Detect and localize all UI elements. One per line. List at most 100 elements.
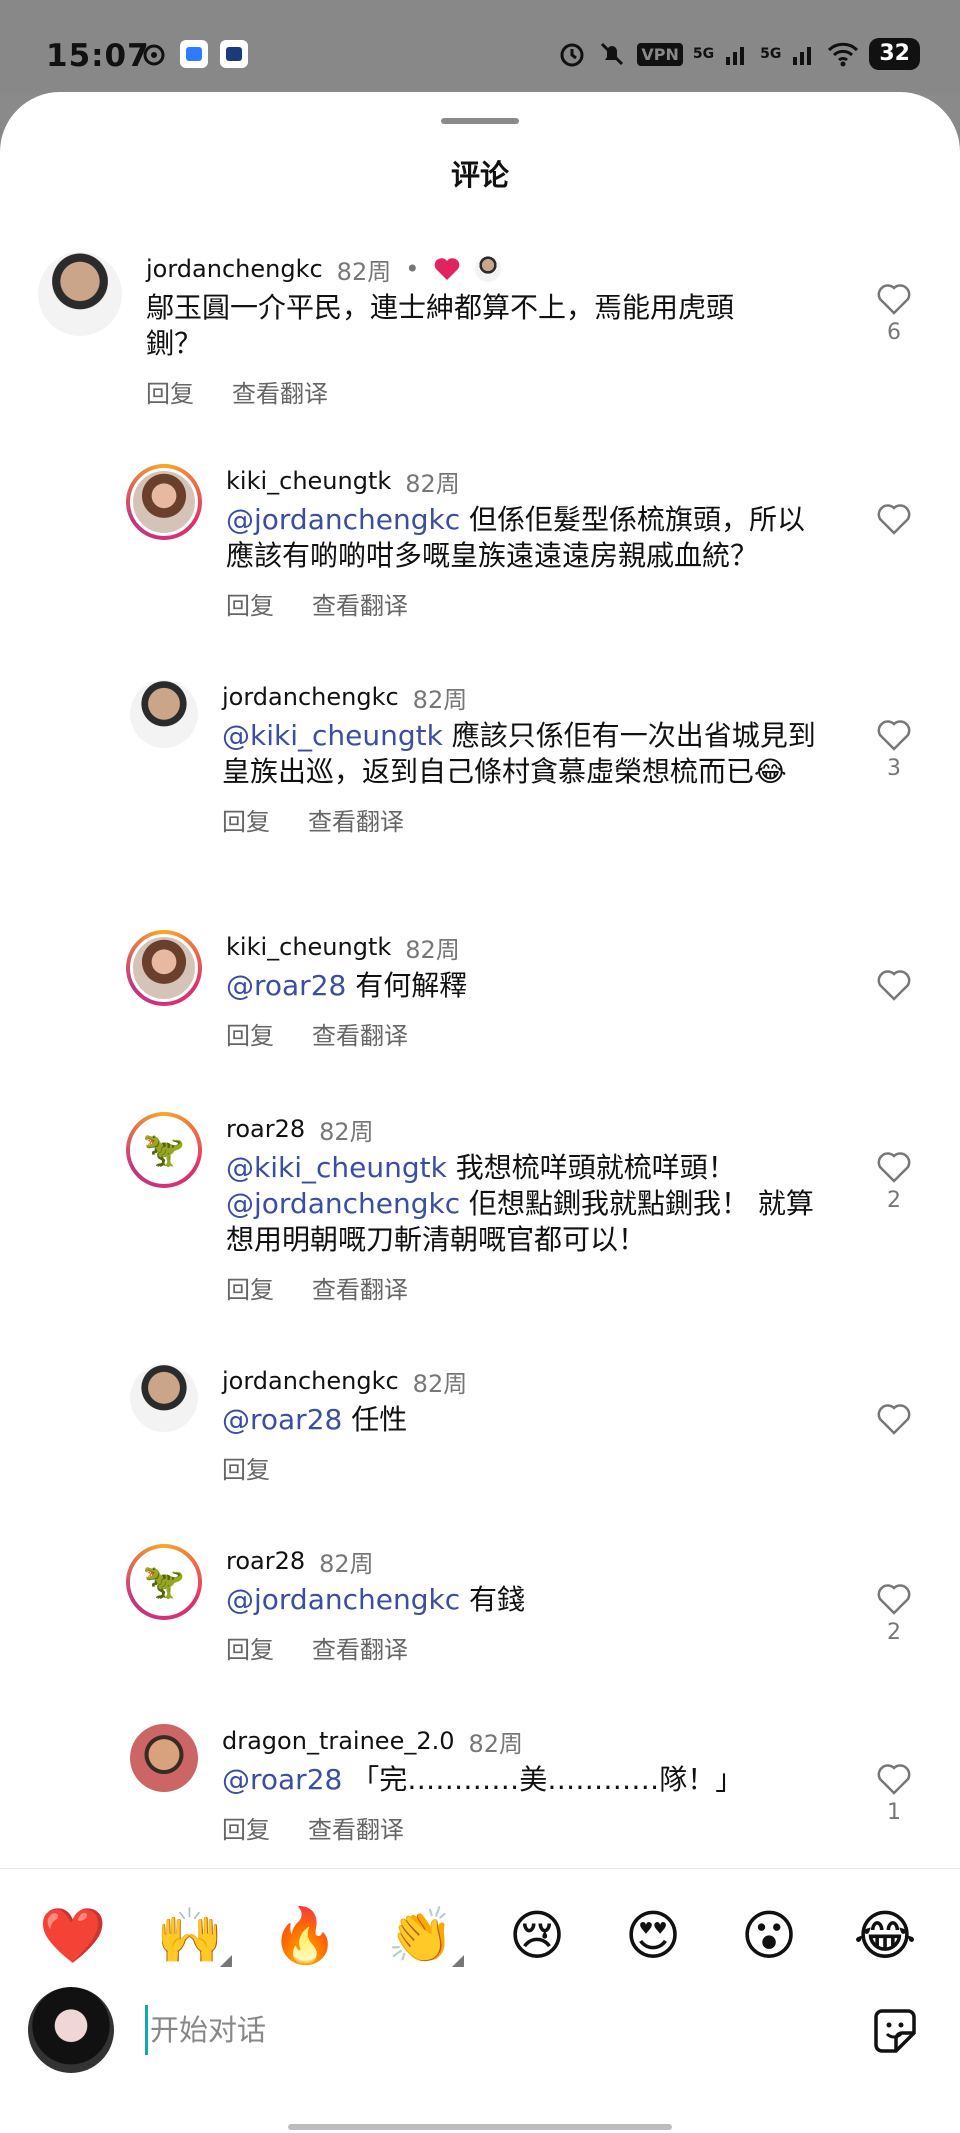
separator-dot: • xyxy=(405,255,420,283)
comment-username[interactable]: jordanchengkc xyxy=(222,1367,399,1395)
app-icon xyxy=(143,44,165,66)
skin-tone-indicator-icon xyxy=(220,1955,232,1967)
emoji-heart-button[interactable]: ❤️ xyxy=(38,1901,108,1971)
avatar[interactable] xyxy=(130,680,198,748)
emoji-surprised-button[interactable]: 😮 xyxy=(734,1901,804,1971)
notification-icons xyxy=(140,40,248,68)
like-button[interactable]: 6 xyxy=(864,282,924,345)
see-translation-button[interactable]: 查看翻译 xyxy=(312,586,408,621)
avatar[interactable]: 🦖 xyxy=(126,1112,202,1188)
avatar[interactable] xyxy=(38,252,122,336)
comments-sheet: 评论 jordanchengkc 82周 • 鄔玉圓一介平民，連士紳都算不上，焉… xyxy=(0,92,960,2133)
signal-5g-label: 5G xyxy=(692,46,715,62)
see-translation-button[interactable]: 查看翻译 xyxy=(308,1810,404,1845)
see-translation-button[interactable]: 查看翻译 xyxy=(308,802,404,837)
creator-liked-heart-icon xyxy=(435,258,460,280)
comment-time: 82周 xyxy=(412,685,468,714)
reply-button[interactable]: 回复 xyxy=(226,586,274,621)
reply-button[interactable]: 回复 xyxy=(226,1630,274,1665)
comment-username[interactable]: jordanchengkc xyxy=(146,255,323,283)
like-button[interactable] xyxy=(864,502,924,540)
drag-handle[interactable] xyxy=(441,118,519,124)
emoji-raised-hands-button[interactable]: 🙌 xyxy=(155,1901,225,1971)
like-count: 2 xyxy=(887,1620,901,1645)
heart-outline-icon xyxy=(877,1152,911,1183)
mention-link[interactable]: @roar28 xyxy=(222,1763,342,1796)
mention-link[interactable]: @kiki_cheungtk xyxy=(222,719,443,752)
heart-outline-icon xyxy=(877,284,911,315)
comment-text: @kiki_cheungtk 我想梳咩頭就梳咩頭！ @jordanchengkc … xyxy=(226,1151,814,1256)
comment-username[interactable]: roar28 xyxy=(226,1547,305,1575)
heart-outline-icon xyxy=(877,504,911,535)
avatar[interactable] xyxy=(130,1724,198,1792)
like-button[interactable]: 2 xyxy=(864,1150,924,1213)
mention-link[interactable]: @kiki_cheungtk xyxy=(226,1151,447,1184)
reply-item: kiki_cheungtk 82周 @roar28 有何解釋 回复 查看翻译 xyxy=(126,930,846,1051)
reply-item: jordanchengkc 82周 @kiki_cheungtk 應該只係佢有一次… xyxy=(130,680,850,837)
like-button[interactable] xyxy=(864,968,924,1006)
mention-link[interactable]: @roar28 xyxy=(226,969,346,1002)
see-translation-button[interactable]: 查看翻译 xyxy=(232,374,328,409)
comment-time: 82周 xyxy=(468,1729,524,1758)
signal-icon xyxy=(793,47,812,65)
reply-button[interactable]: 回复 xyxy=(226,1016,274,1051)
like-count: 1 xyxy=(887,1800,901,1825)
reply-button[interactable]: 回复 xyxy=(222,1810,270,1845)
emoji-heart-eyes-button[interactable]: 😍 xyxy=(618,1901,688,1971)
reply-item: 🦖 roar28 82周 @kiki_cheungtk 我想梳咩頭就梳咩頭！ @jo… xyxy=(126,1112,846,1305)
comment-username[interactable]: dragon_trainee_2.0 xyxy=(222,1727,455,1755)
avatar[interactable] xyxy=(130,1364,198,1432)
comment-input[interactable]: 开始对话 xyxy=(145,2005,845,2055)
emoji-crying-button[interactable]: 😢 xyxy=(502,1901,572,1971)
mention-link[interactable]: @roar28 xyxy=(222,1403,342,1436)
comment-username[interactable]: kiki_cheungtk xyxy=(226,933,391,961)
like-button[interactable]: 1 xyxy=(864,1762,924,1825)
avatar[interactable] xyxy=(126,930,202,1006)
sheet-title: 评论 xyxy=(450,158,509,192)
app-notification-icon xyxy=(180,40,208,68)
like-button[interactable]: 3 xyxy=(864,718,924,781)
avatar[interactable]: 🦖 xyxy=(126,1544,202,1620)
comment-text: @jordanchengkc 有錢 xyxy=(226,1583,526,1616)
status-time: 15:07 xyxy=(46,38,150,74)
like-count: 3 xyxy=(887,756,901,781)
comment-time: 82周 xyxy=(405,469,460,498)
reply-button[interactable]: 回复 xyxy=(146,374,194,409)
mention-link[interactable]: @jordanchengkc xyxy=(226,503,460,536)
emoji-laughing-button[interactable]: 😂 xyxy=(850,1901,920,1971)
avatar[interactable] xyxy=(126,464,202,540)
comment-username[interactable]: jordanchengkc xyxy=(222,683,399,711)
comment-username[interactable]: roar28 xyxy=(226,1115,305,1143)
comment-username[interactable]: kiki_cheungtk xyxy=(226,467,391,495)
reply-item: jordanchengkc 82周 @roar28 任性 回复 xyxy=(130,1364,850,1485)
comment-text: @kiki_cheungtk 應該只係佢有一次出省城見到皇族出巡，返到自己條村貪… xyxy=(222,719,816,788)
mention-link[interactable]: @jordanchengkc xyxy=(226,1187,460,1220)
reply-item: 🦖 roar28 82周 @jordanchengkc 有錢 回复 查看翻译 xyxy=(126,1544,846,1665)
see-translation-button[interactable]: 查看翻译 xyxy=(312,1016,408,1051)
current-user-avatar xyxy=(28,1987,114,2073)
like-button[interactable] xyxy=(864,1402,924,1440)
comment-time: 82周 xyxy=(405,935,460,964)
see-translation-button[interactable]: 查看翻译 xyxy=(312,1630,408,1665)
heart-outline-icon xyxy=(877,720,911,751)
comment-composer: 开始对话 xyxy=(0,1975,960,2085)
reply-item: kiki_cheungtk 82周 @jordanchengkc 但係佢髮型係梳旗… xyxy=(126,464,846,621)
reply-button[interactable]: 回复 xyxy=(222,1450,270,1485)
like-button[interactable]: 2 xyxy=(864,1582,924,1645)
reply-button[interactable]: 回复 xyxy=(226,1270,274,1305)
see-translation-button[interactable]: 查看翻译 xyxy=(312,1270,408,1305)
vpn-badge: VPN xyxy=(637,42,683,66)
comment-time: 82周 xyxy=(319,1549,374,1578)
sticker-icon[interactable] xyxy=(868,2005,922,2059)
comment-time: 82周 xyxy=(336,257,392,286)
reply-button[interactable]: 回复 xyxy=(222,802,270,837)
alarm-icon xyxy=(560,43,584,67)
comment-text: @jordanchengkc 但係佢髮型係梳旗頭，所以應該有啲啲咁多嘅皇族遠遠遠… xyxy=(226,503,806,572)
home-indicator xyxy=(288,2124,672,2130)
comment-time: 82周 xyxy=(412,1369,468,1398)
comment-text: @roar28 「完…………美…………隊！」 xyxy=(222,1763,744,1796)
emoji-clap-button[interactable]: 👏 xyxy=(386,1901,456,1971)
emoji-fire-button[interactable]: 🔥 xyxy=(270,1901,340,1971)
mention-link[interactable]: @jordanchengkc xyxy=(226,1583,460,1616)
signal-5g-label: 5G xyxy=(760,46,782,62)
